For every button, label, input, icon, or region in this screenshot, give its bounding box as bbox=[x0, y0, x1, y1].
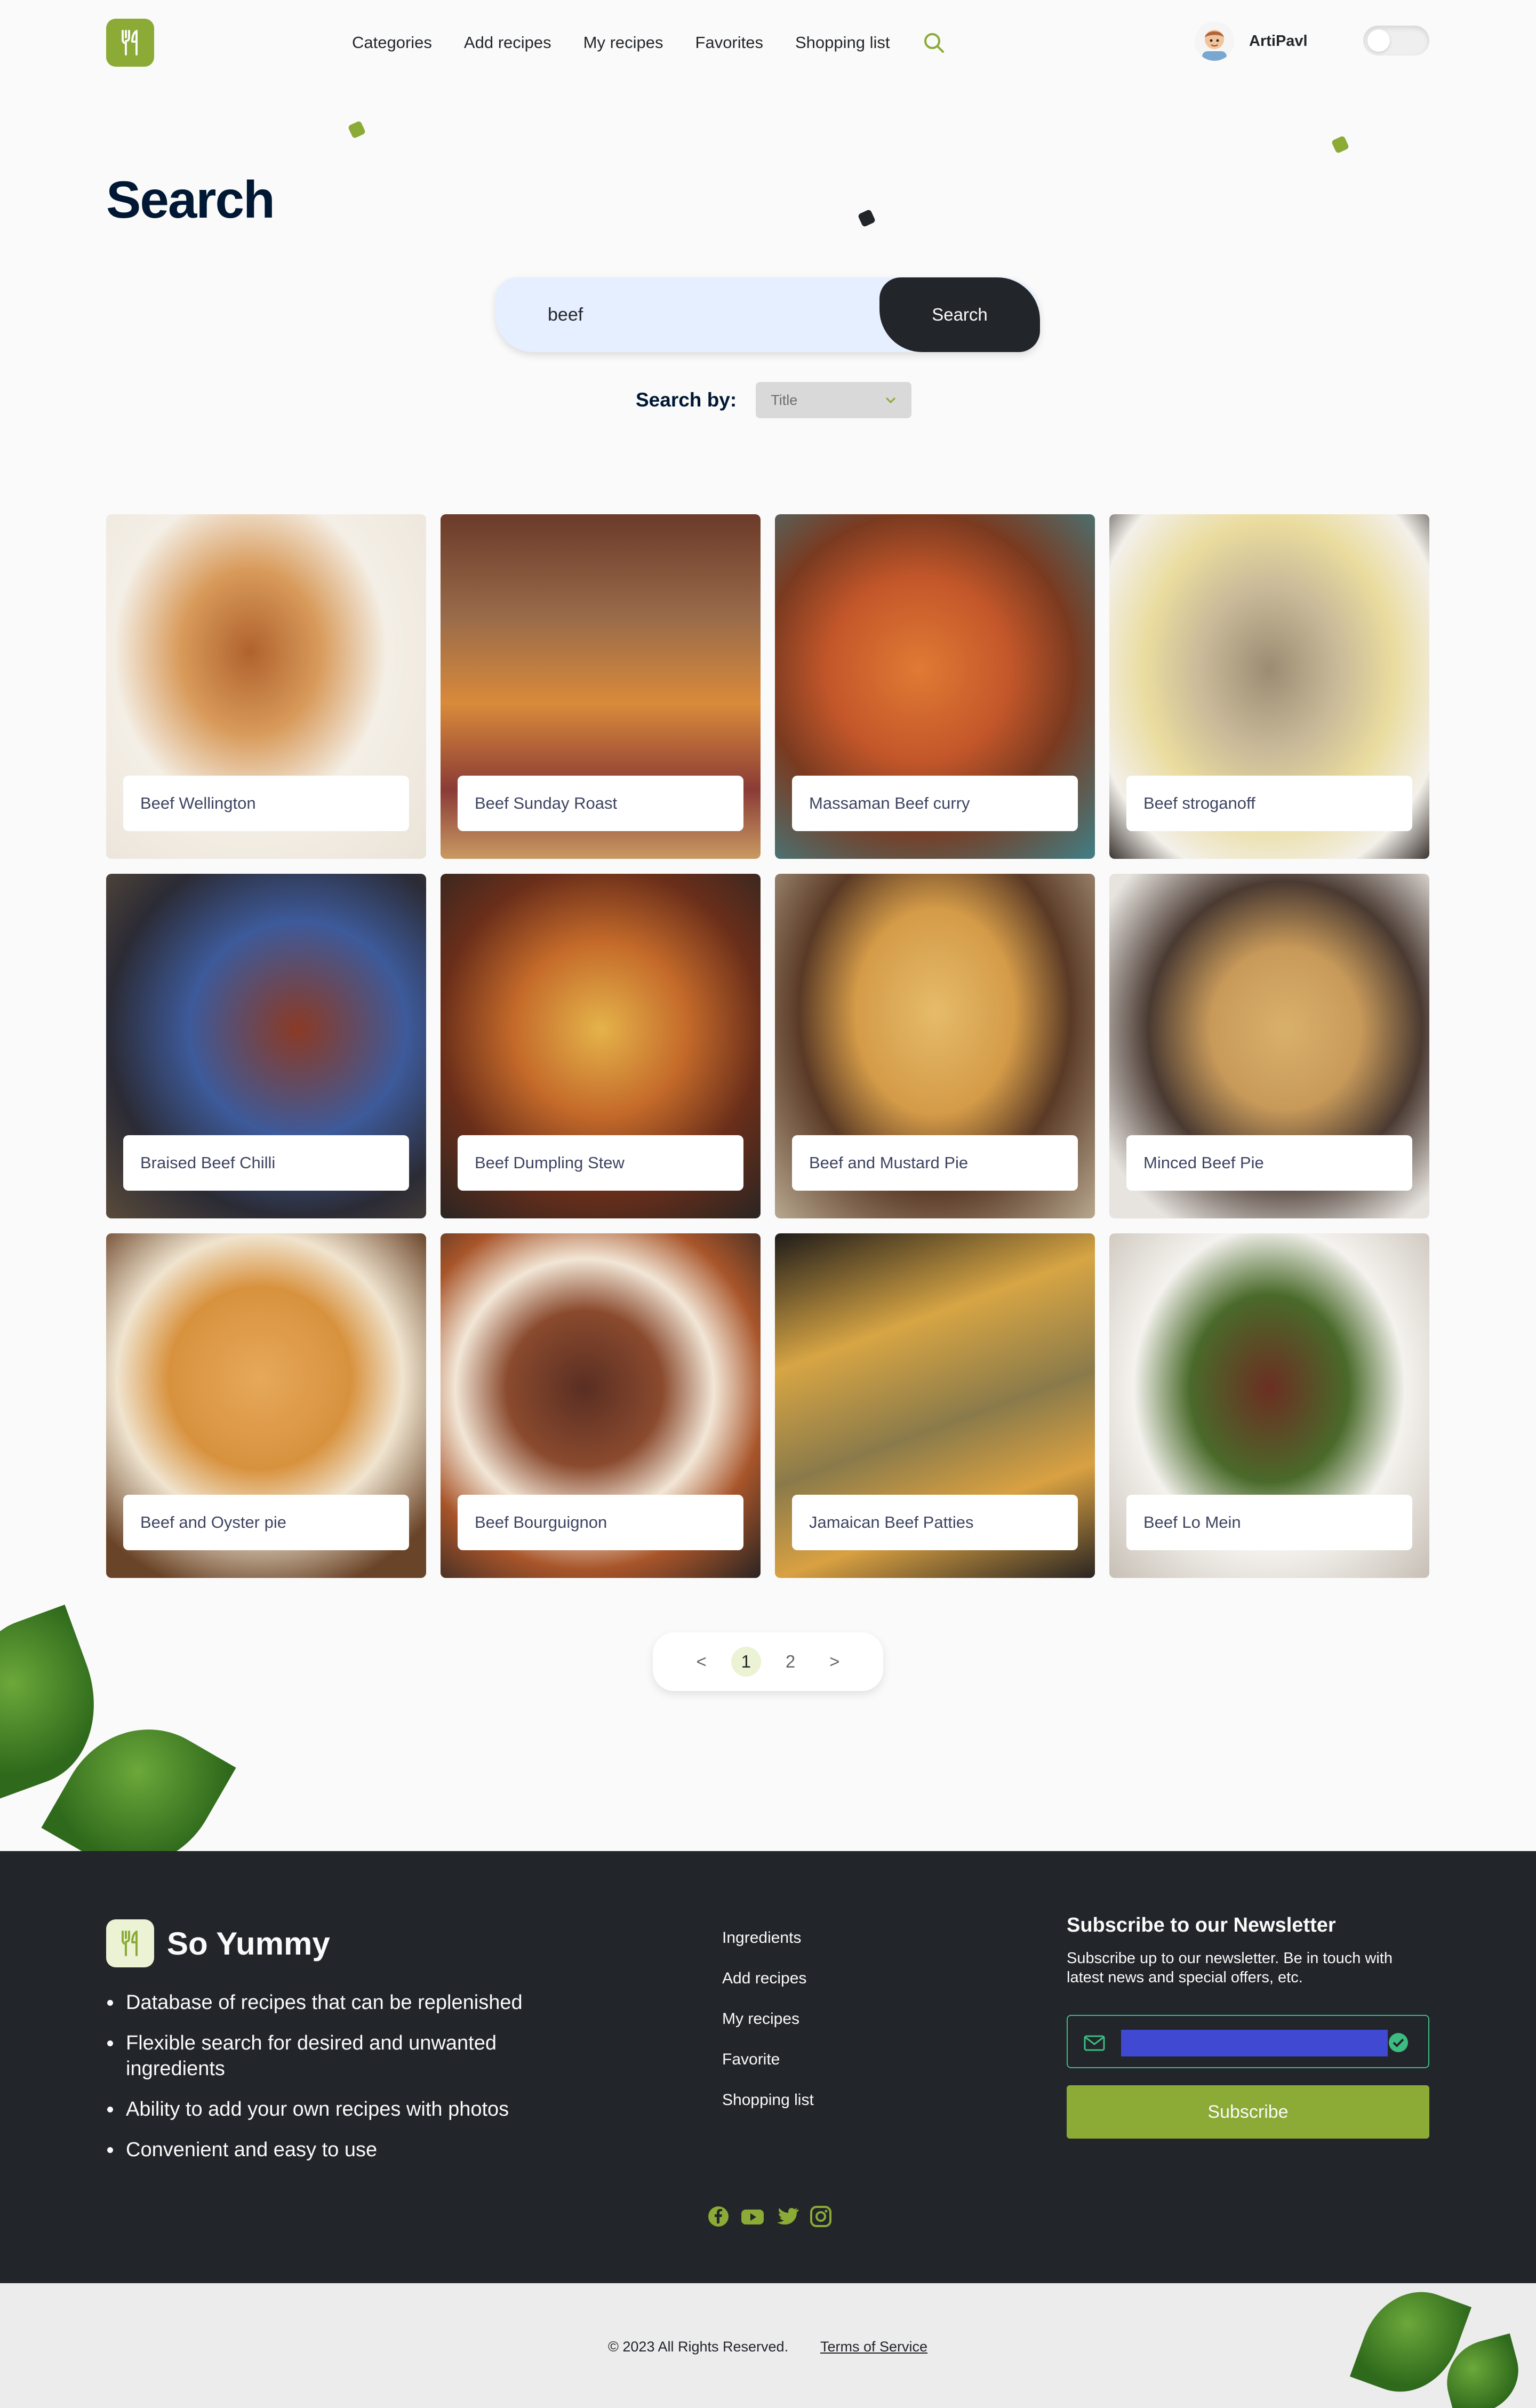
nav-categories[interactable]: Categories bbox=[352, 33, 432, 52]
recipe-card[interactable]: Beef Sunday Roast bbox=[441, 514, 761, 859]
feature-list: Database of recipes that can be replenis… bbox=[123, 1990, 581, 2178]
search-by-label: Search by: bbox=[636, 389, 737, 411]
recipe-card[interactable]: Beef Lo Mein bbox=[1109, 1233, 1429, 1578]
instagram-icon[interactable] bbox=[810, 2205, 832, 2228]
recipe-card[interactable]: Minced Beef Pie bbox=[1109, 874, 1429, 1218]
recipe-card[interactable]: Massaman Beef curry bbox=[775, 514, 1095, 859]
recipe-title: Beef Lo Mein bbox=[1126, 1495, 1412, 1550]
theme-toggle[interactable] bbox=[1363, 26, 1429, 55]
search-by: Search by: Title bbox=[636, 382, 912, 418]
recipe-title: Beef stroganoff bbox=[1126, 776, 1412, 831]
check-circle-icon bbox=[1389, 2033, 1408, 2052]
feature-item: Flexible search for desired and unwanted… bbox=[123, 2030, 581, 2082]
terms-link[interactable]: Terms of Service bbox=[820, 2339, 927, 2355]
feature-item: Convenient and easy to use bbox=[123, 2137, 581, 2163]
youtube-icon[interactable] bbox=[740, 2205, 765, 2228]
recipe-title: Minced Beef Pie bbox=[1126, 1135, 1412, 1191]
recipe-title: Beef Bourguignon bbox=[458, 1495, 743, 1550]
search-input[interactable] bbox=[495, 277, 879, 352]
header: Categories Add recipes My recipes Favori… bbox=[0, 0, 1536, 85]
page-1[interactable]: 1 bbox=[731, 1647, 761, 1677]
facebook-icon[interactable] bbox=[707, 2205, 730, 2228]
search-icon[interactable] bbox=[922, 31, 946, 54]
toggle-knob bbox=[1367, 29, 1390, 52]
recipe-title: Beef Dumpling Stew bbox=[458, 1135, 743, 1191]
footer-nav-ingredients[interactable]: Ingredients bbox=[722, 1929, 814, 1947]
search-form: Search bbox=[495, 277, 1040, 352]
pagination-prev[interactable]: < bbox=[697, 1652, 707, 1672]
recipe-card[interactable]: Beef Bourguignon bbox=[441, 1233, 761, 1578]
nav-add-recipes[interactable]: Add recipes bbox=[464, 33, 551, 52]
recipe-grid: Beef Wellington Beef Sunday Roast Massam… bbox=[106, 514, 1430, 1578]
chevron-down-icon bbox=[886, 397, 896, 404]
feature-item: Database of recipes that can be replenis… bbox=[123, 1990, 581, 2015]
recipe-title: Braised Beef Chilli bbox=[123, 1135, 409, 1191]
social-links bbox=[707, 2205, 843, 2228]
nav-favorites[interactable]: Favorites bbox=[695, 33, 763, 52]
main-nav: Categories Add recipes My recipes Favori… bbox=[352, 28, 946, 58]
email-field[interactable] bbox=[1067, 2015, 1429, 2068]
search-by-select[interactable]: Title bbox=[756, 382, 912, 418]
recipe-title: Beef Sunday Roast bbox=[458, 776, 743, 831]
footer-logo[interactable]: So Yummy bbox=[106, 1919, 330, 1967]
decorative-square bbox=[347, 120, 366, 139]
copyright: © 2023 All Rights Reserved. bbox=[608, 2339, 789, 2355]
newsletter-title: Subscribe to our Newsletter bbox=[1067, 1914, 1336, 1936]
search-by-value: Title bbox=[771, 392, 798, 408]
recipe-card[interactable]: Braised Beef Chilli bbox=[106, 874, 426, 1218]
bottom-bar: © 2023 All Rights Reserved. Terms of Ser… bbox=[0, 2276, 1536, 2408]
mail-icon bbox=[1084, 2035, 1105, 2051]
footer-nav-favorite[interactable]: Favorite bbox=[722, 2051, 814, 2069]
twitter-icon[interactable] bbox=[775, 2205, 799, 2228]
username: ArtiPavl bbox=[1249, 32, 1308, 50]
pagination: < 1 2 > bbox=[653, 1632, 883, 1691]
feature-item: Ability to add your own recipes with pho… bbox=[123, 2096, 581, 2122]
newsletter-text: Subscribe up to our newsletter. Be in to… bbox=[1067, 1950, 1393, 1986]
recipe-card[interactable]: Beef Dumpling Stew bbox=[441, 874, 761, 1218]
footer-nav: Ingredients Add recipes My recipes Favor… bbox=[722, 1929, 814, 2132]
user-menu[interactable]: ArtiPavl bbox=[1195, 21, 1308, 61]
recipe-title: Jamaican Beef Patties bbox=[792, 1495, 1078, 1550]
recipe-title: Beef and Oyster pie bbox=[123, 1495, 409, 1550]
nav-my-recipes[interactable]: My recipes bbox=[583, 33, 663, 52]
newsletter: Subscribe to our Newsletter Subscribe up… bbox=[1067, 1914, 1429, 2139]
footer-nav-shopping-list[interactable]: Shopping list bbox=[722, 2091, 814, 2109]
recipe-card[interactable]: Beef stroganoff bbox=[1109, 514, 1429, 859]
pagination-next[interactable]: > bbox=[829, 1652, 839, 1672]
recipe-card[interactable]: Beef Wellington bbox=[106, 514, 426, 859]
recipe-card[interactable]: Beef and Oyster pie bbox=[106, 1233, 426, 1578]
recipe-card[interactable]: Beef and Mustard Pie bbox=[775, 874, 1095, 1218]
recipe-title: Beef and Mustard Pie bbox=[792, 1135, 1078, 1191]
subscribe-button[interactable]: Subscribe bbox=[1067, 2085, 1429, 2139]
fork-knife-icon bbox=[122, 1931, 138, 1956]
recipe-title: Massaman Beef curry bbox=[792, 776, 1078, 831]
nav-shopping-list[interactable]: Shopping list bbox=[795, 33, 890, 52]
footer-nav-my-recipes[interactable]: My recipes bbox=[722, 2010, 814, 2028]
logo[interactable] bbox=[106, 19, 154, 67]
footer-nav-add-recipes[interactable]: Add recipes bbox=[722, 1970, 814, 1988]
fork-knife-icon bbox=[122, 30, 138, 55]
decorative-square bbox=[1331, 135, 1350, 154]
footer-brand: So Yummy bbox=[167, 1925, 330, 1962]
page-2[interactable]: 2 bbox=[786, 1652, 795, 1672]
decorative-square bbox=[857, 209, 876, 228]
recipe-card[interactable]: Jamaican Beef Patties bbox=[775, 1233, 1095, 1578]
recipe-title: Beef Wellington bbox=[123, 776, 409, 831]
page-title: Search bbox=[106, 170, 275, 229]
search-button[interactable]: Search bbox=[879, 277, 1040, 352]
avatar bbox=[1195, 21, 1234, 61]
footer-logo-icon bbox=[106, 1919, 154, 1967]
footer: So Yummy Database of recipes that can be… bbox=[0, 1851, 1536, 2283]
email-input-highlight[interactable] bbox=[1121, 2030, 1388, 2056]
